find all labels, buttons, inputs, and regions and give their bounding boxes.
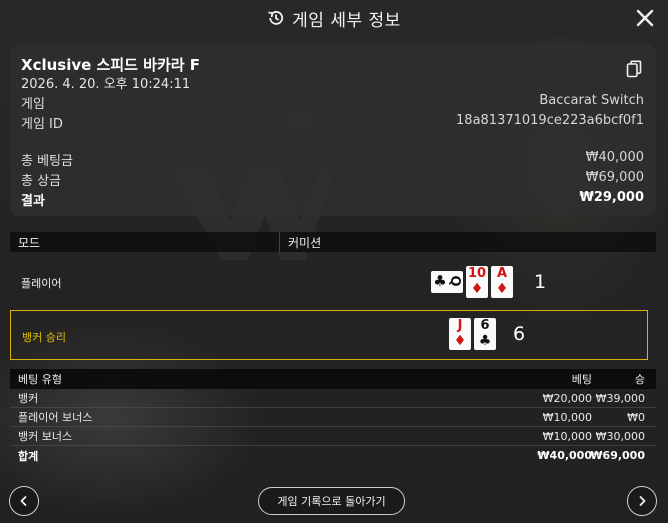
history-icon	[268, 11, 284, 25]
banker-label: 뱅커 승리	[22, 331, 66, 344]
copy-icon[interactable]	[626, 60, 642, 78]
total-bet-row: 총 베팅금 ₩40,000	[21, 150, 644, 169]
bet-table-header: 베팅 유형 베팅 승	[10, 369, 656, 389]
game-id-label: 게임 ID	[21, 117, 63, 132]
total-row: 합계 ₩40,000 ₩69,000	[10, 446, 656, 465]
page-title: 게임 세부 정보	[292, 10, 401, 31]
banker-score: 6	[513, 323, 526, 345]
total-win-row: 총 상금 ₩69,000	[21, 170, 644, 189]
result-label: 결과	[21, 194, 45, 209]
header-win: 승	[634, 373, 645, 386]
mode-bar: 모드 커미션	[10, 232, 656, 252]
header-title-group: 게임 세부 정보	[267, 6, 401, 31]
win-amount: ₩30,000	[595, 429, 645, 443]
banker-cards: J ♦ 6 ♣	[449, 318, 496, 350]
next-game-button[interactable]	[627, 486, 657, 516]
bet-table: 베팅 유형 베팅 승 뱅커 ₩20,000 ₩39,000 플레이어 보너스 ₩…	[10, 369, 656, 465]
player-cards: Q ♣ 10 ♦ A ♦	[431, 266, 513, 298]
table-row: 뱅커 보너스 ₩10,000 ₩30,000	[10, 427, 656, 446]
close-icon[interactable]	[634, 7, 656, 29]
card-suit: ♣	[433, 272, 447, 290]
game-label: 게임	[21, 97, 45, 112]
total-label: 합계	[18, 449, 39, 463]
table-row: 플레이어 보너스 ₩10,000 ₩0	[10, 408, 656, 427]
card-suit: ♦	[453, 333, 467, 349]
win-amount: ₩39,000	[595, 391, 645, 405]
header-bet-type: 베팅 유형	[18, 373, 62, 386]
game-title: Xclusive 스피드 바카라 F	[21, 56, 201, 74]
game-id-value: 18a81371019ce223a6bcf0f1	[456, 113, 644, 128]
bet-type: 뱅커 보너스	[18, 430, 73, 443]
mode-label: 모드	[10, 232, 280, 252]
card-suit: ♣	[478, 333, 492, 349]
playing-card: J ♦	[449, 318, 471, 350]
summary-card: Xclusive 스피드 바카라 F 2026. 4. 20. 오후 10:24…	[10, 44, 656, 216]
game-row: 게임 Baccarat Switch	[21, 93, 644, 112]
total-win-label: 총 상금	[21, 174, 62, 189]
player-score: 1	[534, 271, 547, 293]
card-suit: ♦	[470, 281, 484, 297]
game-value: Baccarat Switch	[539, 93, 644, 108]
card-rank: A	[496, 266, 508, 281]
game-id-row: 게임 ID 18a81371019ce223a6bcf0f1	[21, 113, 644, 132]
commission-label: 커미션	[288, 235, 322, 250]
card-rank: J	[457, 318, 463, 333]
header-bet: 베팅	[571, 373, 592, 386]
card-suit: ♦	[495, 281, 509, 297]
player-hand-row: 플레이어 Q ♣ 10 ♦ A ♦ 1	[10, 256, 656, 308]
total-bet-label: 총 베팅금	[21, 154, 73, 169]
card-rank: 6	[480, 318, 490, 333]
total-bet-value: ₩40,000	[585, 150, 644, 165]
back-to-history-button[interactable]: 게임 기록으로 돌아가기	[258, 487, 405, 515]
result-row: 결과 ₩29,000	[21, 190, 644, 209]
previous-game-button[interactable]	[9, 486, 39, 516]
playing-card: Q ♣	[431, 271, 463, 293]
footer-nav: 게임 기록으로 돌아가기	[0, 476, 668, 523]
playing-card: A ♦	[491, 266, 513, 298]
total-win-amount: ₩69,000	[590, 449, 645, 462]
playing-card: 6 ♣	[474, 318, 496, 350]
playing-card: 10 ♦	[466, 266, 488, 298]
modal-header: 게임 세부 정보	[0, 0, 668, 36]
chevron-left-icon	[20, 496, 27, 506]
player-label: 플레이어	[21, 277, 62, 290]
total-win-value: ₩69,000	[585, 170, 644, 185]
bet-amount: ₩10,000	[542, 429, 592, 443]
game-datetime: 2026. 4. 20. 오후 10:24:11	[21, 77, 191, 92]
bet-amount: ₩10,000	[542, 410, 592, 424]
win-amount: ₩0	[627, 410, 645, 424]
total-bet-amount: ₩40,000	[537, 449, 592, 462]
card-rank: Q	[447, 275, 462, 287]
table-row: 뱅커 ₩20,000 ₩39,000	[10, 389, 656, 408]
chevron-right-icon	[639, 496, 646, 506]
bet-type: 플레이어 보너스	[18, 411, 93, 424]
bet-amount: ₩20,000	[542, 391, 592, 405]
card-rank: 10	[467, 266, 487, 281]
bet-type: 뱅커	[18, 392, 39, 405]
result-value: ₩29,000	[579, 190, 644, 205]
banker-hand-row: 뱅커 승리 J ♦ 6 ♣ 6	[10, 310, 648, 360]
